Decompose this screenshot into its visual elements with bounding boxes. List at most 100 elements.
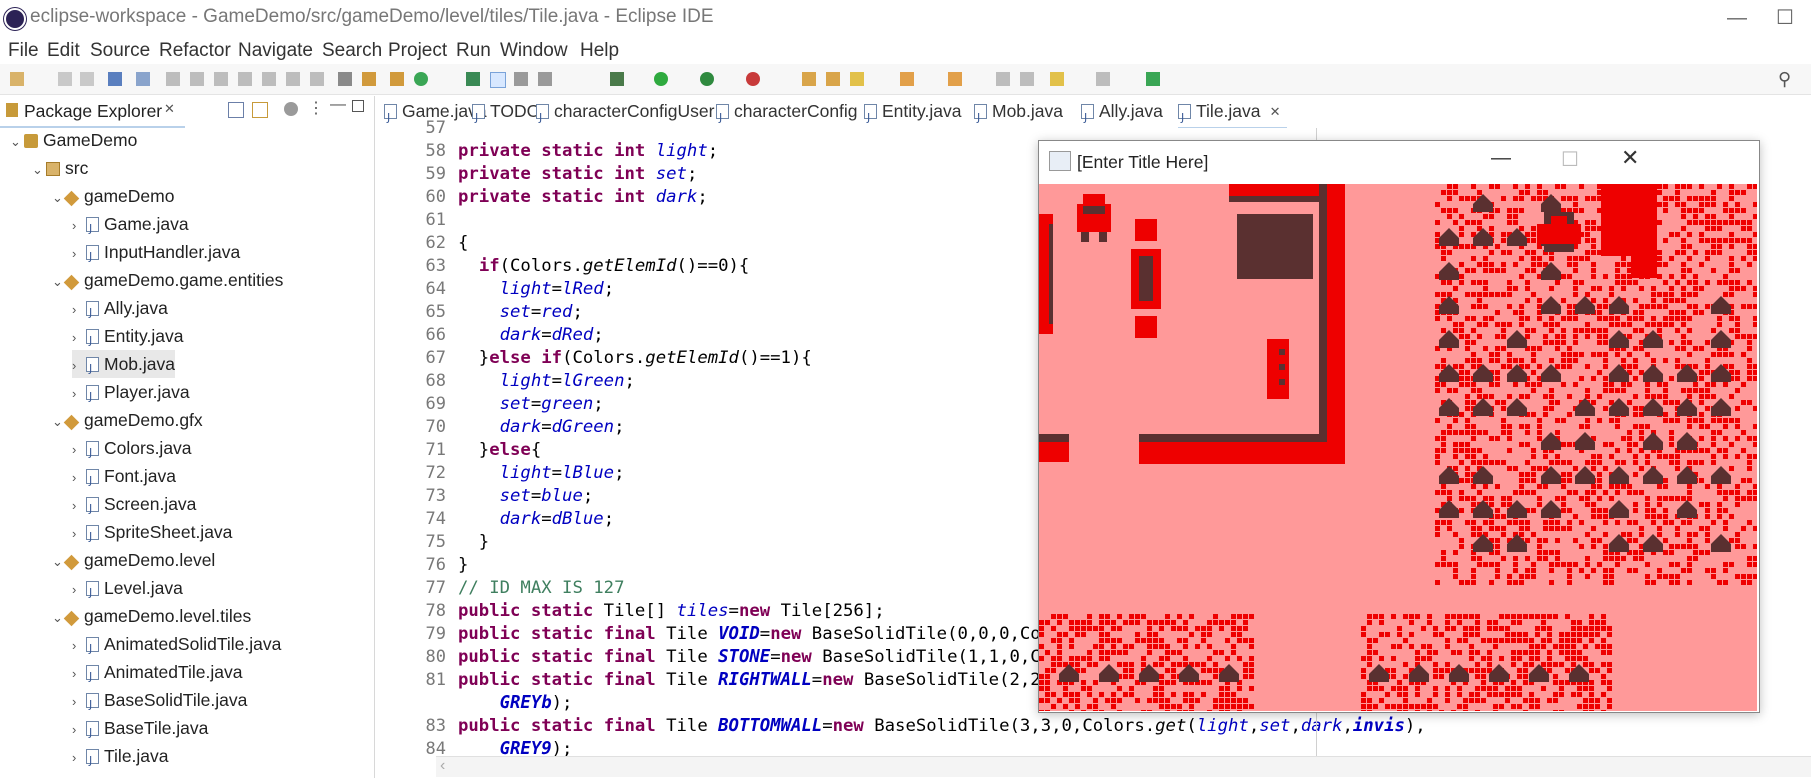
chevron-right-icon[interactable]: › [72, 632, 86, 660]
tree-item[interactable]: ⌄ GameDemo [10, 126, 137, 154]
maximize-view-icon[interactable] [352, 100, 364, 112]
editor-tab[interactable]: Mob.java [974, 96, 1071, 133]
resume-icon[interactable] [166, 72, 180, 86]
open-type-icon[interactable] [466, 72, 480, 86]
debug-icon[interactable] [610, 72, 624, 86]
tree-item[interactable]: ›BaseSolidTile.java [72, 686, 247, 719]
chevron-right-icon[interactable]: › [72, 380, 86, 408]
menu-window[interactable]: Window [500, 40, 568, 62]
skip-breakpoints-icon[interactable] [136, 72, 150, 86]
new-icon[interactable] [10, 72, 24, 86]
game-canvas[interactable] [1039, 184, 1757, 711]
save-icon[interactable] [58, 72, 72, 86]
last-edit-location-icon[interactable] [996, 72, 1010, 86]
tree-item[interactable]: ›Screen.java [72, 490, 196, 523]
menu-help[interactable]: Help [580, 40, 619, 62]
forward-arrow-icon[interactable] [1096, 72, 1110, 86]
editor-tab[interactable]: characterConfig [716, 96, 866, 133]
tree-item[interactable]: ⌄ src [32, 154, 88, 182]
menu-run[interactable]: Run [456, 40, 491, 62]
chevron-right-icon[interactable]: › [72, 436, 86, 464]
chevron-right-icon[interactable]: › [72, 212, 86, 240]
menu-file[interactable]: File [8, 40, 39, 62]
chevron-right-icon[interactable]: › [72, 296, 86, 324]
previous-annotation-icon[interactable] [948, 72, 962, 86]
editor-tab[interactable]: Ally.java [1081, 96, 1171, 133]
step-over-icon[interactable] [286, 72, 300, 86]
coverage-icon[interactable] [700, 72, 714, 86]
search-icon[interactable]: ⚲ [1778, 69, 1791, 90]
chevron-right-icon[interactable]: › [72, 352, 86, 380]
tree-item[interactable]: ›Mob.java [72, 350, 176, 383]
next-annotation-icon[interactable] [900, 72, 914, 86]
tree-item[interactable]: ⌄ gameDemo [52, 182, 174, 210]
chevron-right-icon[interactable]: › [72, 240, 86, 268]
suspend-icon[interactable] [190, 72, 204, 86]
chevron-right-icon[interactable]: › [72, 576, 86, 604]
chevron-down-icon[interactable]: ⌄ [32, 156, 46, 184]
menu-search[interactable]: Search [322, 40, 382, 62]
use-step-filters-icon[interactable] [338, 72, 352, 86]
open-task-icon[interactable] [802, 72, 816, 86]
tree-item[interactable]: ›InputHandler.java [72, 238, 240, 271]
chevron-right-icon[interactable]: › [72, 492, 86, 520]
game-minimize-button[interactable]: — [1491, 147, 1511, 170]
horizontal-scrollbar[interactable]: ‹ [436, 756, 1811, 777]
filters-icon[interactable] [284, 102, 298, 116]
tree-item[interactable]: ⌄ gameDemo.level.tiles [52, 602, 251, 630]
chevron-right-icon[interactable]: › [72, 716, 86, 744]
menu-project[interactable]: Project [388, 40, 447, 62]
save-all-icon[interactable] [80, 72, 94, 86]
menu-navigate[interactable]: Navigate [238, 40, 313, 62]
tree-item[interactable]: ›Game.java [72, 210, 189, 243]
minimize-view-icon[interactable]: — [330, 96, 346, 114]
terminate-icon[interactable] [214, 72, 228, 86]
tree-item[interactable]: ⌄ gameDemo.game.entities [52, 266, 283, 294]
open-perspective-icon[interactable] [1146, 72, 1160, 86]
chevron-right-icon[interactable]: › [72, 688, 86, 716]
tab-package-explorer[interactable]: Package Explorer ✕ [0, 96, 185, 128]
scroll-left-icon[interactable]: ‹ [440, 757, 445, 775]
chevron-right-icon[interactable]: › [72, 520, 86, 548]
tree-item[interactable]: ›AnimatedTile.java [72, 658, 242, 691]
tree-item[interactable]: ⌄ gameDemo.level [52, 546, 215, 574]
tree-item[interactable]: ›Level.java [72, 574, 183, 607]
chevron-right-icon[interactable]: › [72, 324, 86, 352]
chevron-right-icon[interactable]: › [72, 744, 86, 772]
run-icon[interactable] [654, 72, 668, 86]
tree-item[interactable]: ›SpriteSheet.java [72, 518, 232, 551]
back-icon[interactable] [1020, 72, 1034, 86]
step-return-icon[interactable] [310, 72, 324, 86]
tree-item[interactable]: ›Entity.java [72, 322, 183, 355]
tree-item[interactable]: ›Colors.java [72, 434, 192, 467]
menu-edit[interactable]: Edit [47, 40, 80, 62]
tree-item[interactable]: ›Tile.java [72, 742, 169, 775]
game-close-button[interactable]: ✕ [1621, 145, 1639, 171]
chevron-right-icon[interactable]: › [72, 464, 86, 492]
search-tool-icon[interactable] [850, 72, 864, 86]
toggle-block-selection-icon[interactable] [514, 72, 528, 86]
tree-item[interactable]: ›Font.java [72, 462, 176, 495]
editor-tab[interactable]: characterConfigUser [536, 96, 722, 133]
tree-item[interactable]: ›Ally.java [72, 294, 168, 327]
open-folder-icon[interactable] [826, 72, 840, 86]
chevron-right-icon[interactable]: › [72, 660, 86, 688]
toggle-mark-occurrences-icon[interactable] [490, 72, 506, 88]
external-tools-icon[interactable] [746, 72, 760, 86]
view-menu-icon[interactable]: ⋮ [308, 98, 324, 118]
tree-item[interactable]: ⌄ gameDemo.gfx [52, 406, 203, 434]
link-with-editor-icon[interactable] [252, 102, 268, 118]
tree-item[interactable]: ›Player.java [72, 378, 190, 411]
collapse-all-icon[interactable] [228, 102, 244, 118]
close-icon[interactable]: ✕ [1270, 96, 1281, 127]
disconnect-icon[interactable] [238, 72, 252, 86]
console-icon[interactable] [108, 72, 122, 86]
toggle-breadcrumb-icon[interactable] [362, 72, 376, 86]
new-java-package-icon[interactable] [390, 72, 404, 86]
close-icon[interactable]: ✕ [164, 101, 175, 117]
new-java-class-icon[interactable] [414, 72, 428, 86]
editor-tab[interactable]: Tile.java✕ [1178, 96, 1287, 133]
menu-source[interactable]: Source [90, 40, 150, 62]
tree-item[interactable]: ›BaseTile.java [72, 714, 208, 747]
editor-tab[interactable]: Entity.java [864, 96, 969, 133]
